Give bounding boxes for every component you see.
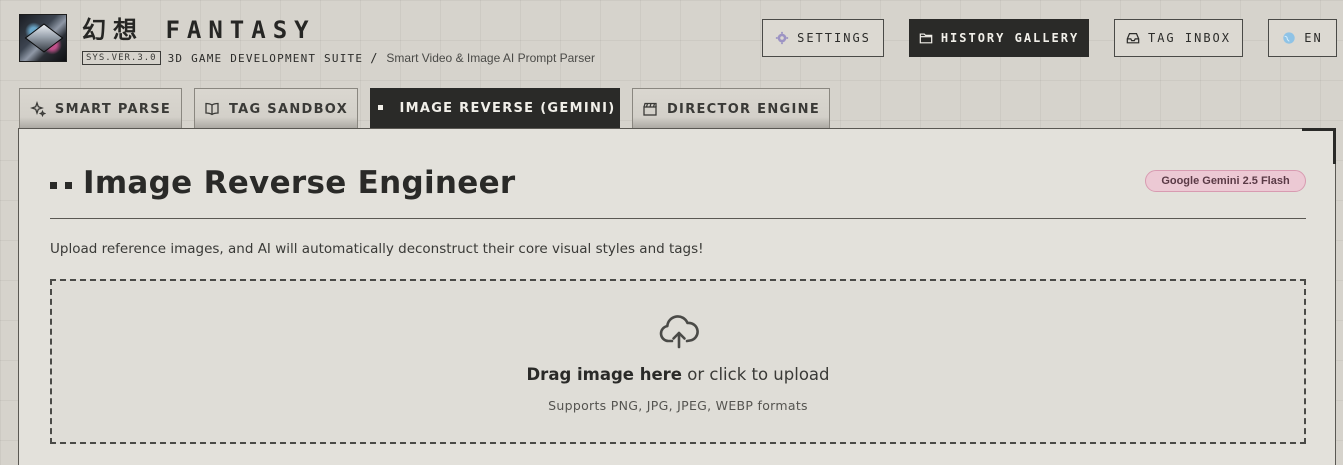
tag-inbox-label: TAG INBOX — [1147, 31, 1232, 45]
book-icon — [205, 102, 219, 116]
tagline: Smart Video & Image AI Prompt Parser — [386, 51, 595, 65]
page-title-row: Image Reverse Engineer — [50, 163, 516, 203]
square-icon — [65, 181, 72, 189]
upload-dropzone[interactable]: Drag image here or click to upload Suppo… — [50, 279, 1306, 444]
tab-tag-sandbox[interactable]: TAG SANDBOX — [194, 88, 358, 129]
tab-image-reverse[interactable]: IMAGE REVERSE (GEMINI) — [370, 88, 620, 128]
tab-smart-parse[interactable]: SMART PARSE — [19, 88, 182, 129]
tab-label: TAG SANDBOX — [228, 101, 349, 117]
history-gallery-label: HISTORY GALLERY — [940, 31, 1080, 45]
sparkles-icon — [29, 101, 46, 117]
square-icon — [378, 104, 384, 110]
square-icon — [50, 181, 57, 189]
cloud-upload-icon — [659, 315, 699, 349]
separator: / — [370, 51, 378, 65]
gear-icon — [775, 31, 789, 45]
dropzone-instruction-bold: Drag image here — [526, 365, 683, 384]
tab-label: IMAGE REVERSE (GEMINI) — [399, 101, 616, 116]
version-badge: SYS.VER.3.0 — [82, 51, 161, 65]
tab-label: DIRECTOR ENGINE — [666, 101, 821, 117]
language-button[interactable]: EN — [1268, 19, 1337, 57]
cube-logo-icon — [24, 23, 64, 53]
suite-label: 3D GAME DEVELOPMENT SUITE — [167, 51, 364, 65]
globe-icon — [1283, 32, 1295, 44]
app-logo — [19, 14, 67, 62]
history-gallery-button[interactable]: HISTORY GALLERY — [909, 19, 1089, 57]
model-badge: Google Gemini 2.5 Flash — [1145, 170, 1306, 192]
brand-subtitle: SYS.VER.3.0 3D GAME DEVELOPMENT SUITE / … — [82, 50, 595, 66]
clapperboard-icon — [643, 102, 657, 116]
language-label: EN — [1304, 31, 1323, 45]
dropzone-hint: Supports PNG, JPG, JPEG, WEBP formats — [548, 398, 808, 413]
brand-title: 幻想 FANTASY — [82, 16, 316, 44]
divider — [50, 218, 1306, 219]
settings-label: SETTINGS — [797, 31, 871, 45]
corner-bracket — [1302, 128, 1336, 164]
dropzone-instruction-rest: or click to upload — [682, 365, 830, 384]
intro-text: Upload reference images, and AI will aut… — [50, 241, 704, 257]
tab-label: SMART PARSE — [54, 101, 172, 117]
dropzone-instruction: Drag image here or click to upload — [52, 365, 1304, 384]
settings-button[interactable]: SETTINGS — [762, 19, 884, 57]
folder-icon — [919, 33, 933, 44]
inbox-icon — [1126, 33, 1140, 44]
tab-director-engine[interactable]: DIRECTOR ENGINE — [632, 88, 830, 129]
tag-inbox-button[interactable]: TAG INBOX — [1114, 19, 1243, 57]
page-title: Image Reverse Engineer — [83, 165, 516, 201]
